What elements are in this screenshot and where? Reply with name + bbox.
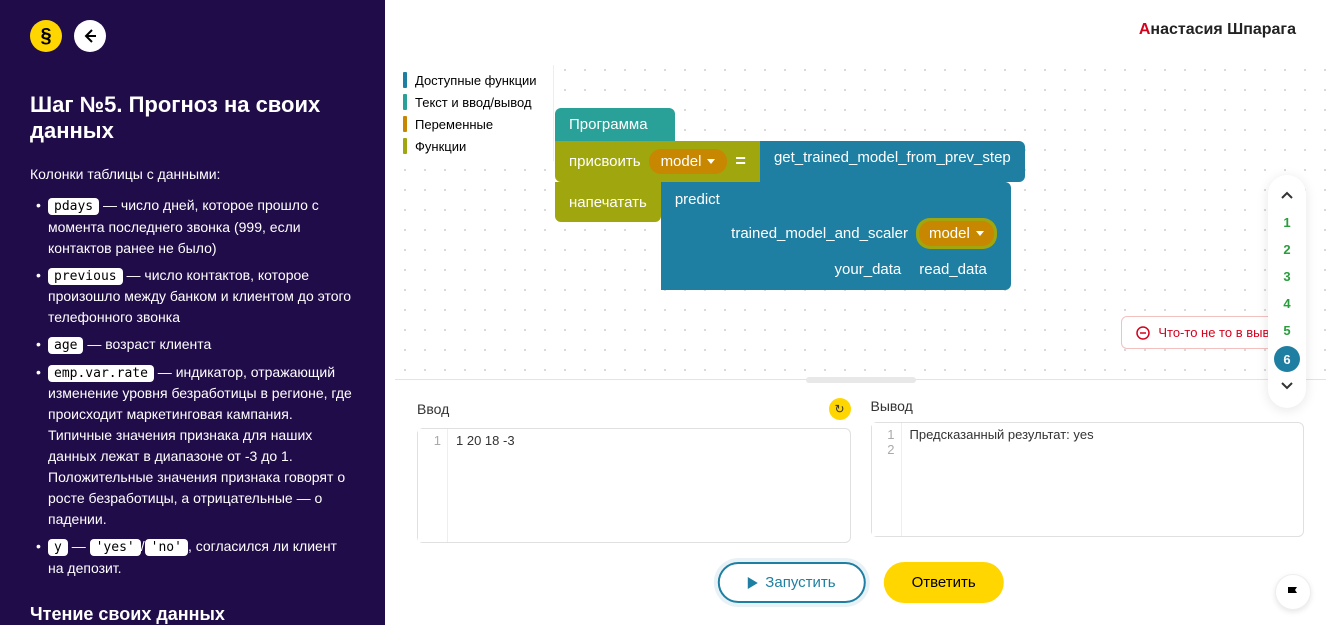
category-functions-available[interactable]: Доступные функции xyxy=(395,69,553,91)
back-button[interactable] xyxy=(74,20,106,52)
refresh-button[interactable]: ↻ xyxy=(829,398,851,420)
list-item: pdays — число дней, которое прошло с мом… xyxy=(48,195,355,259)
variable-dropdown[interactable]: model xyxy=(649,149,728,174)
flag-icon xyxy=(1285,584,1301,600)
step-2[interactable]: 2 xyxy=(1268,236,1306,263)
block-print[interactable]: напечатать xyxy=(555,182,661,222)
step-navigator: 1 2 3 4 5 6 xyxy=(1268,175,1306,408)
report-button[interactable] xyxy=(1275,574,1311,610)
list-item: age — возраст клиента xyxy=(48,334,355,356)
chevron-down-icon[interactable] xyxy=(1280,374,1294,400)
block-get-trained-model[interactable]: get_trained_model_from_prev_step xyxy=(760,141,1025,182)
step-6[interactable]: 6 xyxy=(1274,346,1300,372)
list-item: previous — число контактов, которое прои… xyxy=(48,265,355,329)
block-categories: Доступные функции Текст и ввод/вывод Пер… xyxy=(395,65,554,161)
input-editor[interactable]: 1 1 20 18 -3 xyxy=(417,428,851,543)
param-label: trained_model_and_scaler xyxy=(731,225,908,242)
columns-list: pdays — число дней, которое прошло с мом… xyxy=(30,195,355,579)
slot-model[interactable]: model xyxy=(916,218,997,249)
output-panel: Вывод 12 Предсказанный результат: yes xyxy=(871,398,1305,555)
category-variables[interactable]: Переменные xyxy=(395,113,553,135)
output-label: Вывод xyxy=(871,398,913,414)
header: Анастасия Шпарага xyxy=(395,0,1326,60)
block-read-data[interactable]: read_data xyxy=(909,257,997,282)
arrow-left-icon xyxy=(82,28,98,44)
list-item: emp.var.rate — индикатор, отражающий изм… xyxy=(48,362,355,531)
answer-button[interactable]: Ответить xyxy=(884,562,1004,603)
username[interactable]: Анастасия Шпарага xyxy=(1139,21,1296,39)
error-icon xyxy=(1136,326,1150,340)
output-view: 12 Предсказанный результат: yes xyxy=(871,422,1305,537)
blockly-workspace[interactable]: Доступные функции Текст и ввод/вывод Пер… xyxy=(395,60,1326,380)
input-label: Ввод xyxy=(417,401,449,417)
category-text-io[interactable]: Текст и ввод/вывод xyxy=(395,91,553,113)
chevron-down-icon xyxy=(976,231,984,236)
chevron-down-icon xyxy=(707,159,715,164)
block-program[interactable]: Программа присвоить model = get_trained_… xyxy=(555,108,1025,290)
logo-icon[interactable]: § xyxy=(30,20,62,52)
play-icon xyxy=(747,577,757,589)
main-area: Анастасия Шпарага Доступные функции Текс… xyxy=(395,0,1326,625)
lesson-sidebar: § Шаг №5. Прогноз на своих данных Колонк… xyxy=(0,0,385,625)
step-5[interactable]: 5 xyxy=(1268,317,1306,344)
intro-text: Колонки таблицы с данными: xyxy=(30,164,355,185)
resize-handle[interactable] xyxy=(806,377,916,383)
input-panel: Ввод ↻ 1 1 20 18 -3 xyxy=(417,398,851,555)
step-1[interactable]: 1 xyxy=(1268,209,1306,236)
block-predict[interactable]: predict trained_model_and_scaler model y… xyxy=(661,182,1011,290)
run-button[interactable]: Запустить xyxy=(717,562,865,603)
block-program-head[interactable]: Программа xyxy=(555,108,675,141)
step-4[interactable]: 4 xyxy=(1268,290,1306,317)
section-heading: Чтение своих данных xyxy=(30,604,355,625)
block-assign[interactable]: присвоить model = xyxy=(555,141,760,182)
list-item: y — 'yes'/'no', согласился ли клиент на … xyxy=(48,536,355,579)
param-label: your_data xyxy=(835,261,902,278)
step-title: Шаг №5. Прогноз на своих данных xyxy=(30,92,355,144)
step-3[interactable]: 3 xyxy=(1268,263,1306,290)
category-procedures[interactable]: Функции xyxy=(395,135,553,157)
chevron-up-icon[interactable] xyxy=(1280,183,1294,209)
